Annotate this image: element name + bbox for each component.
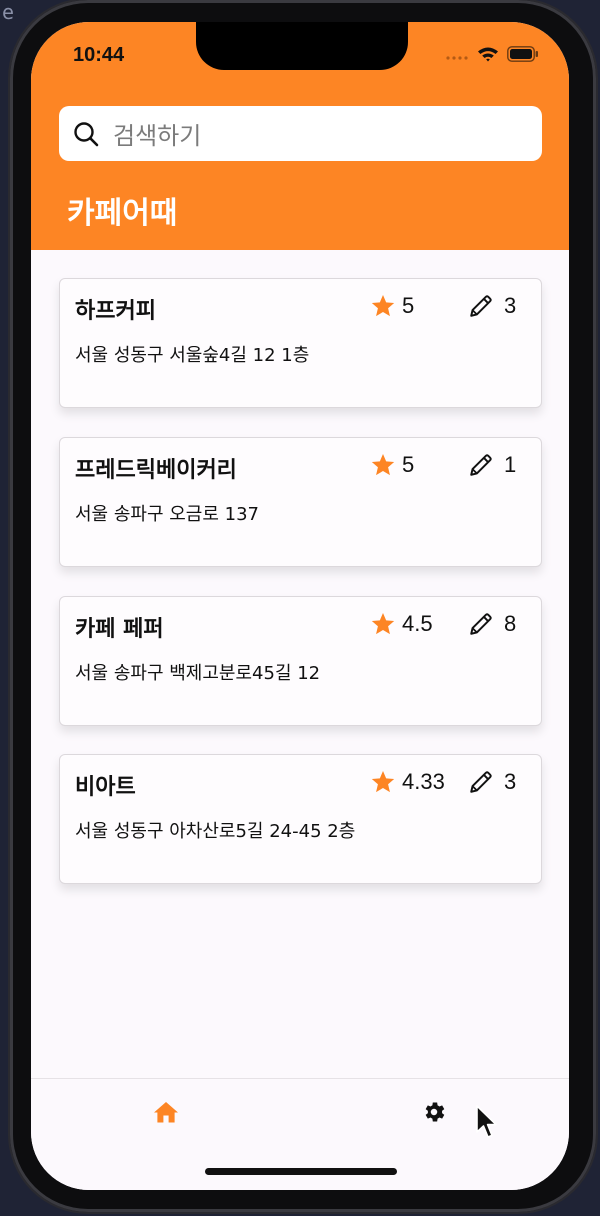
review-count: 3 — [468, 769, 516, 795]
gear-icon — [425, 1102, 445, 1122]
star-icon — [371, 294, 395, 317]
search-placeholder: 검색하기 — [113, 122, 202, 150]
status-time: 10:44 — [73, 44, 125, 66]
rating-value: 4.33 — [402, 769, 445, 794]
search-icon — [74, 121, 99, 146]
cafe-address: 서울 송파구 백제고분로45길 12 — [75, 663, 321, 684]
review-count: 1 — [468, 452, 516, 478]
pencil-icon — [470, 771, 492, 793]
pencil-icon — [470, 295, 492, 317]
star-icon — [371, 770, 395, 793]
review-count: 3 — [468, 293, 516, 319]
home-icon — [154, 1102, 178, 1123]
review-count-value: 3 — [504, 769, 517, 794]
cafe-card[interactable]: 비아트 4.33 3 서울 성동구 아차산로5길 24-45 2층 — [59, 754, 542, 884]
search-input[interactable]: 검색하기 — [59, 106, 542, 161]
rating: 5 — [370, 293, 414, 319]
review-count: 8 — [468, 611, 516, 637]
mouse-cursor-icon — [476, 1105, 497, 1138]
nav-settings-button[interactable] — [419, 1097, 449, 1127]
home-indicator[interactable] — [205, 1168, 397, 1175]
review-count-value: 3 — [504, 293, 517, 318]
status-icons — [445, 46, 539, 62]
phone-notch — [196, 22, 408, 70]
rating: 4.5 — [370, 611, 433, 637]
review-count-value: 1 — [504, 452, 517, 477]
cafe-name: 카페 페퍼 — [75, 617, 164, 642]
cafe-address: 서울 성동구 서울숲4길 12 1층 — [75, 345, 310, 366]
cafe-address: 서울 성동구 아차산로5길 24-45 2층 — [75, 821, 356, 842]
cafe-name: 프레드릭베이커리 — [75, 458, 237, 483]
rating-value: 5 — [402, 452, 415, 477]
cellular-signal-icon — [446, 56, 468, 60]
review-count-value: 8 — [504, 611, 517, 636]
app-header: 10:44 검색하기 카페어때 — [31, 22, 569, 250]
nav-home-button[interactable] — [151, 1097, 181, 1127]
cafe-card[interactable]: 카페 페퍼 4.5 8 서울 송파구 백제고분로45길 12 — [59, 596, 542, 726]
cafe-card[interactable]: 하프커피 5 3 서울 성동구 서울숲4길 12 1층 — [59, 278, 542, 408]
star-icon — [371, 453, 395, 476]
cafe-address: 서울 송파구 오금로 137 — [75, 504, 260, 525]
battery-icon — [507, 46, 538, 62]
star-icon — [371, 612, 395, 635]
background-editor-text: e — [2, 0, 15, 24]
cafe-name: 비아트 — [75, 775, 136, 800]
cafe-name: 하프커피 — [75, 299, 156, 324]
pencil-icon — [470, 454, 492, 476]
cafe-card[interactable]: 프레드릭베이커리 5 1 서울 송파구 오금로 137 — [59, 437, 542, 567]
rating-value: 4.5 — [402, 611, 433, 636]
rating-value: 5 — [402, 293, 415, 318]
rating: 5 — [370, 452, 414, 478]
phone-screen: 10:44 검색하기 카페어때 하프커피 5 3 서울 성동구 서울숲4길 12… — [31, 22, 569, 1190]
page-title: 카페어때 — [67, 196, 178, 231]
rating: 4.33 — [370, 769, 445, 795]
pencil-icon — [470, 613, 492, 635]
wifi-icon — [478, 47, 498, 62]
